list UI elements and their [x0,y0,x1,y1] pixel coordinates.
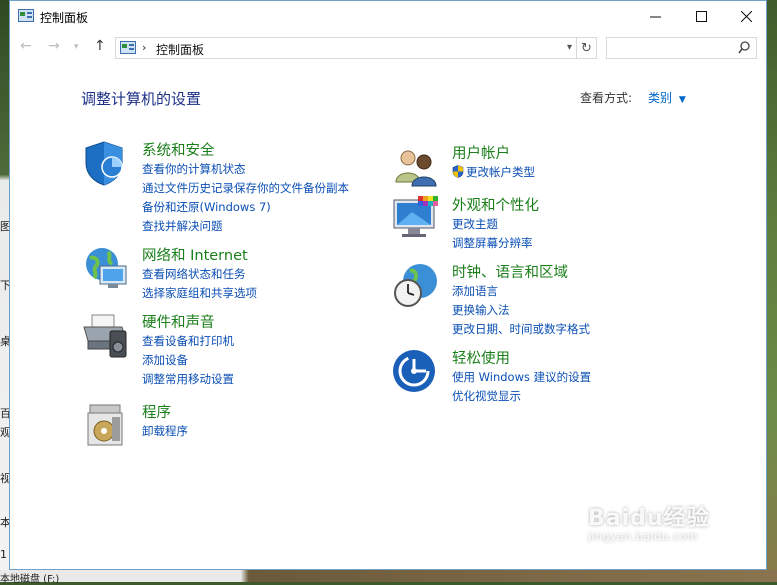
network-globe-icon[interactable] [82,244,130,292]
bg-glyph: 桌 [0,335,9,348]
desktop-right-strip [767,0,777,582]
title-bar[interactable]: 控制面板 [10,1,766,32]
bg-drive-label[interactable]: 本地磁盘 (F:) [0,570,240,585]
up-arrow-icon[interactable]: ↑ [94,38,106,54]
maximize-button[interactable] [678,1,724,31]
link-change-account-type[interactable]: 更改帐户类型 [452,163,535,182]
bg-glyph: 1 [0,548,7,561]
bg-glyph: 视 [0,472,9,485]
address-bar[interactable]: › 控制面板 ▾ [115,37,577,59]
link-screen-resolution[interactable]: 调整屏幕分辨率 [452,234,533,253]
back-arrow-icon[interactable]: ← [20,38,32,54]
baidu-watermark: Baidu经验 jingyan.baidu.com [588,500,710,543]
ease-of-access-icon[interactable] [392,347,440,395]
category-title[interactable]: 硬件和声音 [142,311,215,332]
view-by-dropdown[interactable]: 类别 ▼ [648,89,686,106]
close-icon [740,10,752,22]
watermark-main: Baidu经验 [588,506,710,531]
address-dropdown-icon[interactable]: ▾ [567,42,572,53]
category-title[interactable]: 用户帐户 [452,142,510,163]
breadcrumb-chevron-icon[interactable]: › [142,41,146,54]
category-title[interactable]: 轻松使用 [452,347,510,368]
shield-icon[interactable] [82,139,130,187]
minimize-icon [649,16,661,17]
programs-box-icon[interactable] [82,401,130,449]
search-input[interactable] [606,37,757,59]
link-recommended-settings[interactable]: 使用 Windows 建议的设置 [452,368,591,387]
category-title[interactable]: 网络和 Internet [142,244,248,265]
bg-glyph: 本 [0,516,9,529]
control-panel-icon [120,41,136,54]
control-panel-icon [18,9,34,22]
search-icon[interactable] [738,41,750,54]
bg-glyph: 百 [0,407,9,420]
navigation-bar: ← → ▾ ↑ › 控制面板 ▾ ↻ [10,34,766,62]
category-title[interactable]: 系统和安全 [142,139,215,160]
chevron-down-icon: ▼ [678,95,686,105]
uac-shield-icon [452,165,464,178]
view-by-value: 类别 [648,91,673,105]
link-uninstall-program[interactable]: 卸载程序 [142,422,188,441]
control-panel-window: 控制面板 ← → ▾ ↑ › 控制面板 ▾ ↻ 调整计算机的设置 查看方式: 类… [9,0,767,570]
link-add-device[interactable]: 添加设备 [142,351,234,370]
category-title[interactable]: 外观和个性化 [452,194,539,215]
link-change-theme[interactable]: 更改主题 [452,215,533,234]
category-title[interactable]: 时钟、语言和区域 [452,261,568,282]
link-file-history-backup[interactable]: 通过文件历史记录保存你的文件备份副本 [142,179,349,198]
forward-arrow-icon[interactable]: → [48,38,60,54]
link-optimize-display[interactable]: 优化视觉显示 [452,387,591,406]
clock-globe-icon[interactable] [392,261,440,309]
printer-icon[interactable] [82,311,130,359]
link-backup-restore[interactable]: 备份和还原(Windows 7) [142,198,349,217]
recent-locations-chevron-icon[interactable]: ▾ [74,42,79,52]
maximize-icon [695,10,707,22]
page-title: 调整计算机的设置 [81,90,202,108]
watermark-url: jingyan.baidu.com [588,530,699,543]
link-devices-printers[interactable]: 查看设备和打印机 [142,332,234,351]
link-troubleshoot[interactable]: 查找并解决问题 [142,217,349,236]
link-view-computer-status[interactable]: 查看你的计算机状态 [142,160,349,179]
bg-glyph: 观 [0,426,9,439]
window-title: 控制面板 [40,11,89,25]
bg-glyph: 图 [0,220,9,233]
minimize-button[interactable] [632,1,678,31]
bg-glyph: 下 [0,279,9,292]
link-network-status[interactable]: 查看网络状态和任务 [142,265,257,284]
breadcrumb-control-panel[interactable]: 控制面板 [156,41,204,58]
link-add-language[interactable]: 添加语言 [452,282,590,301]
monitor-palette-icon[interactable] [392,194,440,242]
refresh-button[interactable]: ↻ [576,37,597,59]
users-icon[interactable] [392,142,440,190]
category-title[interactable]: 程序 [142,401,171,422]
link-date-time-format[interactable]: 更改日期、时间或数字格式 [452,320,590,339]
link-change-input-method[interactable]: 更换输入法 [452,301,590,320]
refresh-icon: ↻ [581,40,592,56]
link-label: 更改帐户类型 [466,165,535,179]
link-homegroup-sharing[interactable]: 选择家庭组和共享选项 [142,284,257,303]
close-button[interactable] [723,1,769,31]
link-mobility-settings[interactable]: 调整常用移动设置 [142,370,234,389]
view-by-label: 查看方式: [580,91,633,105]
